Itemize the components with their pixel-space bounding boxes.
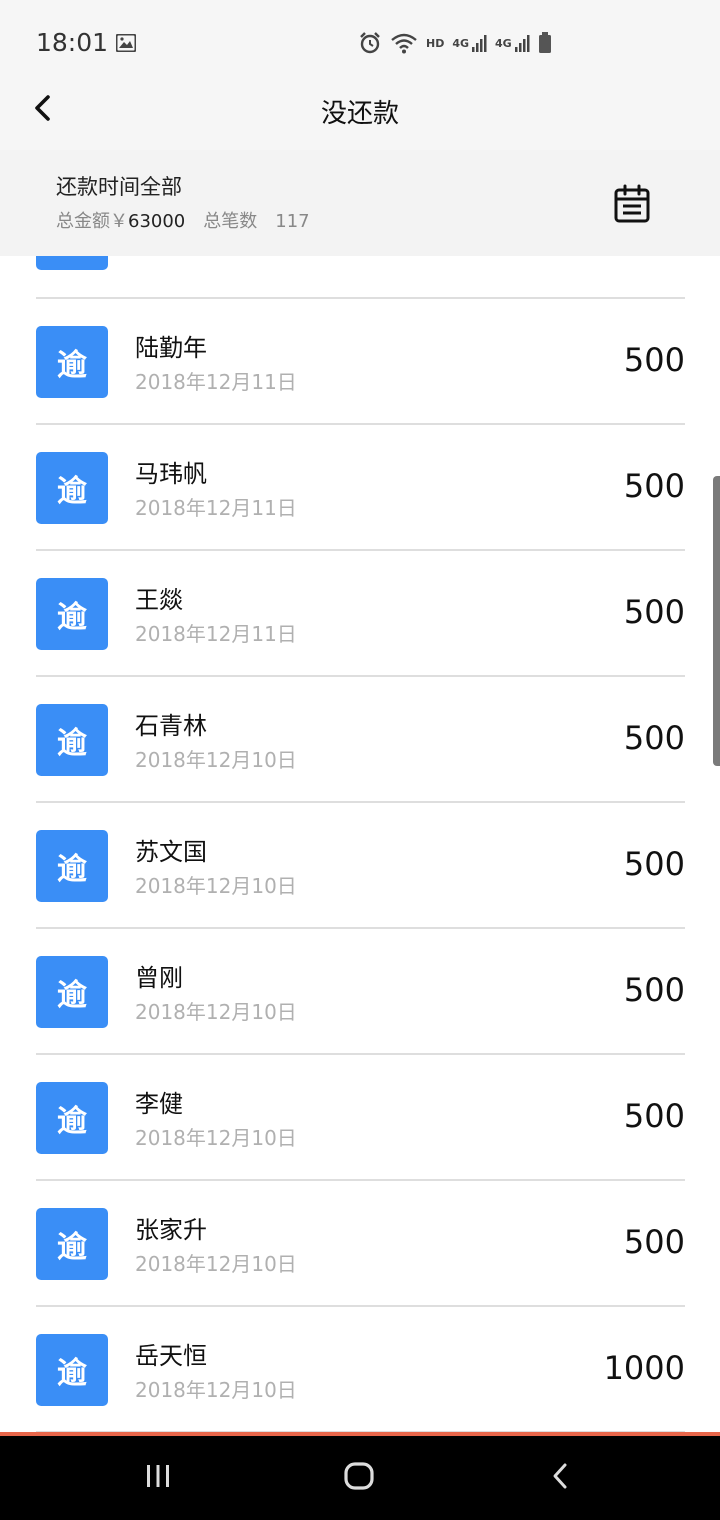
status-bar: 18:01 HD 4G 4G (0, 0, 720, 72)
navigation-bar (0, 1436, 720, 1520)
borrower-name: 王燚 (135, 586, 183, 614)
overdue-badge: 逾 (36, 578, 108, 650)
overdue-badge-partial (36, 256, 108, 270)
borrower-name: 李健 (135, 1090, 183, 1118)
overdue-badge: 逾 (36, 1208, 108, 1280)
overdue-badge: 逾 (36, 1334, 108, 1406)
list-item[interactable]: 逾马玮帆 2018年12月11日 500 (36, 425, 685, 551)
due-date: 2018年12月10日 (135, 1126, 297, 1150)
amount-value: 500 (623, 971, 685, 1009)
recent-apps-icon (144, 1463, 172, 1493)
overdue-badge: 逾 (36, 704, 108, 776)
list-item[interactable]: 逾李健 2018年12月10日 500 (36, 1055, 685, 1181)
status-icons: HD 4G 4G (358, 30, 552, 56)
due-date: 2018年12月10日 (135, 874, 297, 898)
borrower-name: 苏文国 (135, 838, 207, 866)
due-date: 2018年12月10日 (135, 1252, 297, 1276)
filter-label[interactable]: 还款时间全部 (56, 171, 182, 201)
overdue-badge: 逾 (36, 1082, 108, 1154)
overdue-badge: 逾 (36, 452, 108, 524)
network-type-1: 4G (452, 36, 470, 50)
borrower-name: 陆勤年 (135, 334, 207, 362)
amount-value: 500 (623, 845, 685, 883)
amount-value: 500 (623, 341, 685, 379)
amount-value: 1000 (603, 1349, 685, 1387)
list-item[interactable]: 逾岳天恒 2018年12月10日 1000 (36, 1307, 685, 1433)
amount-value: 500 (623, 1097, 685, 1135)
amount-value: 500 (623, 593, 685, 631)
list-item[interactable]: 逾陆勤年 2018年12月11日 500 (36, 299, 685, 425)
calendar-button[interactable] (608, 182, 656, 230)
overdue-badge: 逾 (36, 326, 108, 398)
borrower-name: 曾刚 (135, 964, 183, 992)
total-count-value: 117 (275, 211, 310, 232)
overdue-badge: 逾 (36, 956, 108, 1028)
signal-icon (514, 33, 530, 53)
due-date: 2018年12月11日 (135, 496, 297, 520)
hd-indicator: HD (426, 36, 445, 50)
alarm-icon (358, 31, 382, 55)
total-amount-label: 总金额￥ (56, 211, 128, 232)
system-back-button[interactable] (540, 1458, 580, 1498)
amount-value: 500 (623, 719, 685, 757)
list-item[interactable]: 逾苏文国 2018年12月10日 500 (36, 803, 685, 929)
signal-icon (471, 33, 487, 53)
list-item[interactable]: 逾石青林 2018年12月10日 500 (36, 677, 685, 803)
amount-value: 500 (623, 467, 685, 505)
repayment-list[interactable]: 逾陆勤年 2018年12月11日 500 逾马玮帆 2018年12月11日 500 逾王燚 2… (0, 256, 720, 1434)
list-item[interactable]: 逾曾刚 2018年12月10日 500 (36, 929, 685, 1055)
gallery-icon (115, 33, 137, 53)
borrower-name: 石青林 (135, 712, 207, 740)
wifi-icon (390, 32, 418, 54)
list-item[interactable]: 逾王燚 2018年12月11日 500 (36, 551, 685, 677)
status-time: 18:01 (36, 28, 109, 57)
borrower-name: 张家升 (135, 1216, 207, 1244)
overdue-badge: 逾 (36, 830, 108, 902)
network-type-2: 4G (495, 36, 512, 50)
battery-icon (538, 32, 552, 54)
top-bar: 没还款 (0, 72, 720, 150)
due-date: 2018年12月10日 (135, 748, 297, 772)
home-button[interactable] (339, 1458, 379, 1498)
calendar-icon (613, 184, 651, 228)
borrower-name: 马玮帆 (135, 460, 207, 488)
back-icon (550, 1462, 570, 1494)
due-date: 2018年12月11日 (135, 622, 297, 646)
borrower-name: 岳天恒 (135, 1342, 207, 1370)
due-date: 2018年12月10日 (135, 1000, 297, 1024)
amount-value: 500 (623, 1223, 685, 1261)
due-date: 2018年12月11日 (135, 370, 297, 394)
recent-apps-button[interactable] (138, 1458, 178, 1498)
list-rows: 逾陆勤年 2018年12月11日 500 逾马玮帆 2018年12月11日 500 逾王燚 2… (0, 299, 720, 1433)
page-title: 没还款 (320, 99, 399, 129)
scrollbar[interactable] (713, 476, 720, 766)
summary-totals: 总金额￥63000 总笔数 117 (56, 207, 310, 233)
list-item[interactable]: 逾张家升 2018年12月10日 500 (36, 1181, 685, 1307)
total-amount-value: 63000 (128, 211, 186, 232)
home-icon (343, 1461, 375, 1495)
summary-panel: 还款时间全部 总金额￥63000 总笔数 117 (0, 150, 720, 256)
due-date: 2018年12月10日 (135, 1378, 297, 1402)
total-count-label: 总笔数 (203, 211, 258, 232)
